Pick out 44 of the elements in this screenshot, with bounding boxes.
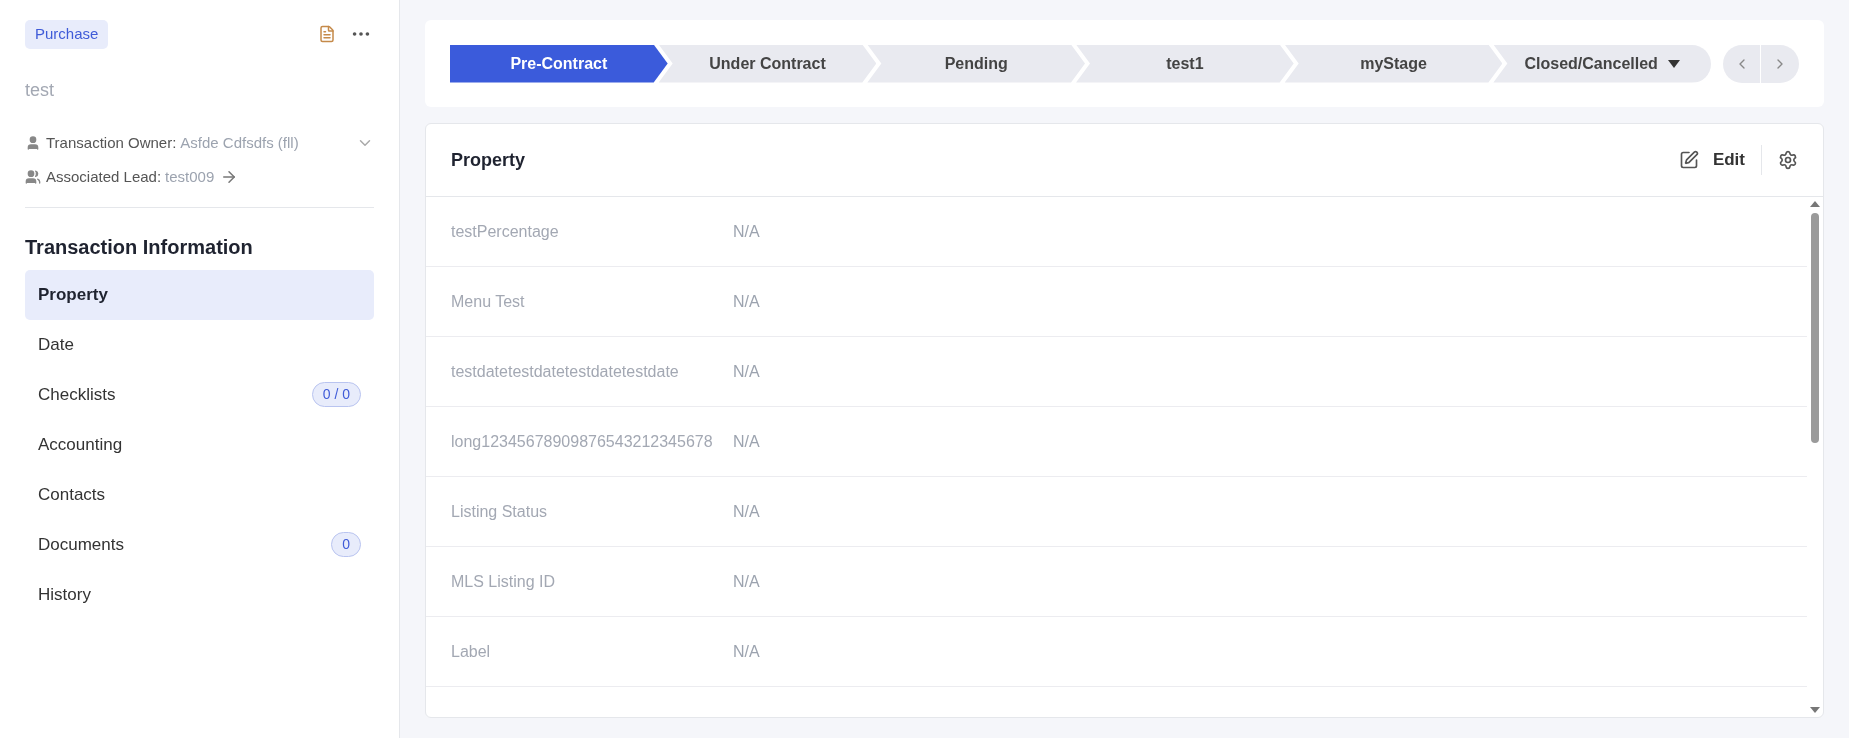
stage-tab[interactable]: Under Contract (658, 44, 877, 83)
stage-tab[interactable]: test1 (1076, 44, 1294, 83)
document-icon[interactable] (318, 25, 336, 44)
edit-button[interactable]: Edit (1712, 147, 1745, 173)
owner-value: Asfde Cdfsdfs (fll) (180, 132, 299, 153)
panel-title: Property (451, 148, 526, 172)
lead-label: Associated Lead: (46, 167, 162, 187)
person-icon (25, 134, 41, 151)
nav-item[interactable]: Property (25, 269, 374, 320)
stage-tab[interactable]: Pre-Contract (450, 44, 668, 83)
nav-item[interactable]: Contacts (25, 469, 374, 520)
edit-icon[interactable] (1678, 150, 1699, 170)
field-label: testdatetestdatetestdatetestdate (451, 361, 680, 382)
nav-item[interactable]: Accounting (25, 419, 374, 470)
field-label: Menu Test (451, 291, 526, 312)
field-value: N/A (733, 431, 760, 452)
settings-icon[interactable] (1778, 150, 1798, 170)
stage-tab[interactable]: Closed/Cancelled (1493, 44, 1712, 83)
transaction-title: test (25, 78, 55, 102)
owner-label: Transaction Owner: (46, 132, 177, 153)
field-label: Label (451, 641, 492, 662)
field-label: long12345678909876543212345678 (451, 431, 714, 452)
people-icon (25, 169, 41, 186)
count-badge: 0 (331, 532, 361, 557)
field-value: N/A (733, 221, 760, 242)
nav-item[interactable]: Documents 0 (25, 519, 374, 570)
field-label: MLS Listing ID (451, 571, 557, 592)
type-badge: Purchase (25, 20, 109, 49)
field-label: testPercentage (451, 221, 560, 242)
nav-item[interactable]: Checklists 0 / 0 (25, 369, 374, 420)
field-value: N/A (733, 571, 760, 592)
field-value: N/A (733, 361, 760, 382)
stage-tab[interactable]: Pending (867, 44, 1085, 83)
lead-value: test009 (165, 167, 215, 187)
nav-item[interactable]: History (25, 569, 374, 620)
section-title: Transaction Information (25, 234, 254, 260)
field-value: N/A (733, 291, 760, 312)
caret-down-icon (1667, 59, 1680, 68)
nav-item[interactable]: Date (25, 319, 374, 370)
count-badge: 0 / 0 (311, 382, 361, 407)
field-label: Listing Status (451, 501, 549, 522)
stage-tab[interactable]: myStage (1284, 44, 1503, 83)
field-value: N/A (733, 641, 760, 662)
field-value: N/A (733, 501, 760, 522)
